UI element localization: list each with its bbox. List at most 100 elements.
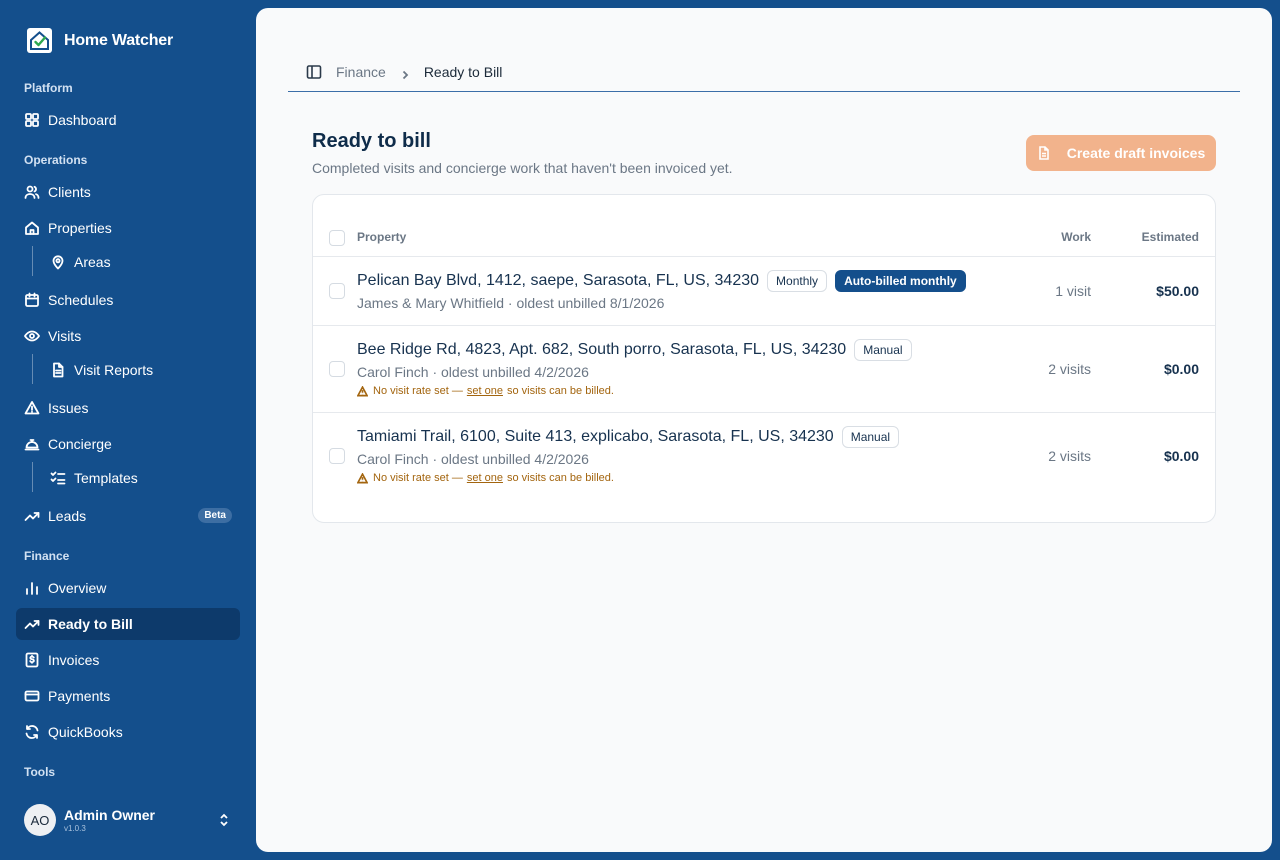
set-rate-link[interactable]: set one bbox=[467, 472, 503, 484]
calendar-icon bbox=[24, 292, 40, 308]
sidebar-item-label: Invoices bbox=[48, 652, 100, 668]
sidebar-item-label: Concierge bbox=[48, 436, 112, 452]
sidebar-item-invoices[interactable]: Invoices bbox=[16, 644, 240, 676]
sidebar-item-ready-to-bill[interactable]: Ready to Bill bbox=[16, 608, 240, 640]
breadcrumb-current: Ready to Bill bbox=[423, 64, 503, 80]
client-subtitle: Carol Finch · oldest unbilled 4/2/2026 bbox=[357, 451, 589, 467]
auto-billed-badge: Auto-billed monthly bbox=[835, 270, 966, 292]
user-meta: Admin Owner v1.0.3 bbox=[64, 807, 155, 833]
sidebar-item-overview[interactable]: Overview bbox=[16, 572, 240, 604]
users-icon bbox=[24, 184, 40, 200]
refresh-icon bbox=[24, 724, 40, 740]
file-text-icon bbox=[50, 362, 66, 378]
chevron-right-icon bbox=[400, 67, 410, 80]
trending-up-icon bbox=[24, 508, 40, 524]
property-line: Tamiami Trail, 6100, Suite 413, explicab… bbox=[357, 426, 900, 448]
topbar: Finance Ready to Bill bbox=[288, 52, 1240, 92]
warning-icon bbox=[357, 472, 368, 483]
sidebar: Home Watcher Platform Dashboard Operatio… bbox=[0, 0, 256, 860]
sidebar-item-label: Ready to Bill bbox=[48, 616, 133, 632]
section-label-operations: Operations bbox=[24, 153, 88, 167]
create-draft-invoices-button[interactable]: Create draft invoices bbox=[1026, 135, 1216, 171]
sidebar-item-payments[interactable]: Payments bbox=[16, 680, 240, 712]
sidebar-item-visits[interactable]: Visits bbox=[16, 320, 240, 352]
select-all-checkbox[interactable] bbox=[329, 230, 345, 246]
section-label-tools: Tools bbox=[24, 765, 56, 779]
sub-nav-line bbox=[32, 246, 33, 276]
sidebar-item-label: Payments bbox=[48, 688, 111, 704]
list-checks-icon bbox=[50, 470, 66, 486]
brand[interactable]: Home Watcher bbox=[27, 28, 173, 53]
sidebar-item-label: Schedules bbox=[48, 292, 114, 308]
breadcrumb-finance-link[interactable]: Finance bbox=[336, 64, 386, 80]
page-subtitle: Completed visits and concierge work that… bbox=[312, 160, 733, 176]
sidebar-item-label: Clients bbox=[48, 184, 91, 200]
trending-up-icon bbox=[24, 616, 40, 632]
estimated-amount: $0.00 bbox=[1163, 448, 1199, 464]
client-subtitle: Carol Finch · oldest unbilled 4/2/2026 bbox=[357, 364, 589, 380]
sidebar-item-areas[interactable]: Areas bbox=[42, 246, 240, 278]
page-title: Ready to bill bbox=[312, 130, 431, 152]
breadcrumb: Finance Ready to Bill bbox=[306, 64, 502, 80]
user-name: Admin Owner bbox=[64, 807, 156, 823]
sidebar-item-concierge[interactable]: Concierge bbox=[16, 428, 240, 460]
property-address[interactable]: Tamiami Trail, 6100, Suite 413, explicab… bbox=[357, 428, 834, 446]
ready-to-bill-table: Property Work Estimated Pelican Bay Blvd… bbox=[312, 194, 1216, 523]
user-menu[interactable]: AO Admin Owner v1.0.3 bbox=[24, 804, 236, 836]
column-header-property: Property bbox=[357, 230, 407, 244]
sidebar-item-properties[interactable]: Properties bbox=[16, 212, 240, 244]
property-address[interactable]: Bee Ridge Rd, 4823, Apt. 682, South porr… bbox=[357, 341, 846, 359]
bar-chart-icon bbox=[24, 580, 40, 596]
sidebar-item-issues[interactable]: Issues bbox=[16, 392, 240, 424]
alert-triangle-icon bbox=[24, 400, 40, 416]
warning-text: so visits can be billed. bbox=[506, 385, 614, 397]
sub-nav-line bbox=[32, 354, 33, 384]
beta-badge: Beta bbox=[198, 508, 232, 523]
main-panel: Finance Ready to Bill Ready to bill Comp… bbox=[256, 8, 1272, 852]
create-draft-invoices-label: Create draft invoices bbox=[1066, 145, 1206, 161]
sidebar-item-visit-reports[interactable]: Visit Reports bbox=[42, 354, 240, 386]
column-header-estimated: Estimated bbox=[1141, 230, 1199, 244]
billing-frequency-badge: Monthly bbox=[767, 270, 828, 292]
row-checkbox[interactable] bbox=[329, 361, 345, 377]
sidebar-item-label: Visit Reports bbox=[74, 362, 154, 378]
estimated-amount: $50.00 bbox=[1156, 283, 1199, 299]
sidebar-item-label: Dashboard bbox=[48, 112, 117, 128]
billing-frequency-badge: Manual bbox=[854, 339, 912, 361]
sidebar-item-quickbooks[interactable]: QuickBooks bbox=[16, 716, 240, 748]
estimated-amount: $0.00 bbox=[1163, 361, 1199, 377]
sidebar-item-label: Properties bbox=[48, 220, 112, 236]
set-rate-link[interactable]: set one bbox=[467, 385, 503, 397]
rate-warning: No visit rate set — set one so visits ca… bbox=[357, 385, 614, 397]
eye-icon bbox=[24, 328, 40, 344]
chevrons-up-down-icon[interactable] bbox=[216, 812, 232, 828]
property-line: Bee Ridge Rd, 4823, Apt. 682, South porr… bbox=[357, 339, 912, 361]
table-header: Property Work Estimated bbox=[313, 223, 1215, 257]
table-row[interactable]: Tamiami Trail, 6100, Suite 413, explicab… bbox=[313, 413, 1215, 500]
sidebar-item-templates[interactable]: Templates bbox=[42, 462, 240, 494]
sidebar-item-label: Visits bbox=[48, 328, 82, 344]
property-address[interactable]: Pelican Bay Blvd, 1412, saepe, Sarasota,… bbox=[357, 272, 759, 290]
sidebar-item-label: Leads bbox=[48, 508, 87, 524]
sidebar-item-label: Areas bbox=[74, 254, 111, 270]
map-pin-icon bbox=[50, 254, 66, 270]
warning-text: so visits can be billed. bbox=[506, 472, 614, 484]
dashboard-grid-icon bbox=[24, 112, 40, 128]
sidebar-item-dashboard[interactable]: Dashboard bbox=[16, 104, 240, 136]
sidebar-item-clients[interactable]: Clients bbox=[16, 176, 240, 208]
house-icon bbox=[24, 220, 40, 236]
table-row[interactable]: Bee Ridge Rd, 4823, Apt. 682, South porr… bbox=[313, 326, 1215, 413]
row-checkbox[interactable] bbox=[329, 448, 345, 464]
file-icon bbox=[1038, 146, 1049, 160]
sidebar-item-leads[interactable]: Leads Beta bbox=[16, 500, 240, 532]
sidebar-toggle-icon[interactable] bbox=[306, 64, 322, 80]
row-checkbox[interactable] bbox=[329, 283, 345, 299]
warning-text: No visit rate set — bbox=[373, 385, 463, 397]
table-row[interactable]: Pelican Bay Blvd, 1412, saepe, Sarasota,… bbox=[313, 257, 1215, 326]
work-count: 1 visit bbox=[1055, 283, 1091, 299]
sidebar-item-schedules[interactable]: Schedules bbox=[16, 284, 240, 316]
warning-icon bbox=[357, 385, 368, 396]
work-count: 2 visits bbox=[1048, 448, 1091, 464]
billing-frequency-badge: Manual bbox=[841, 426, 900, 448]
sub-nav-line bbox=[32, 462, 33, 492]
